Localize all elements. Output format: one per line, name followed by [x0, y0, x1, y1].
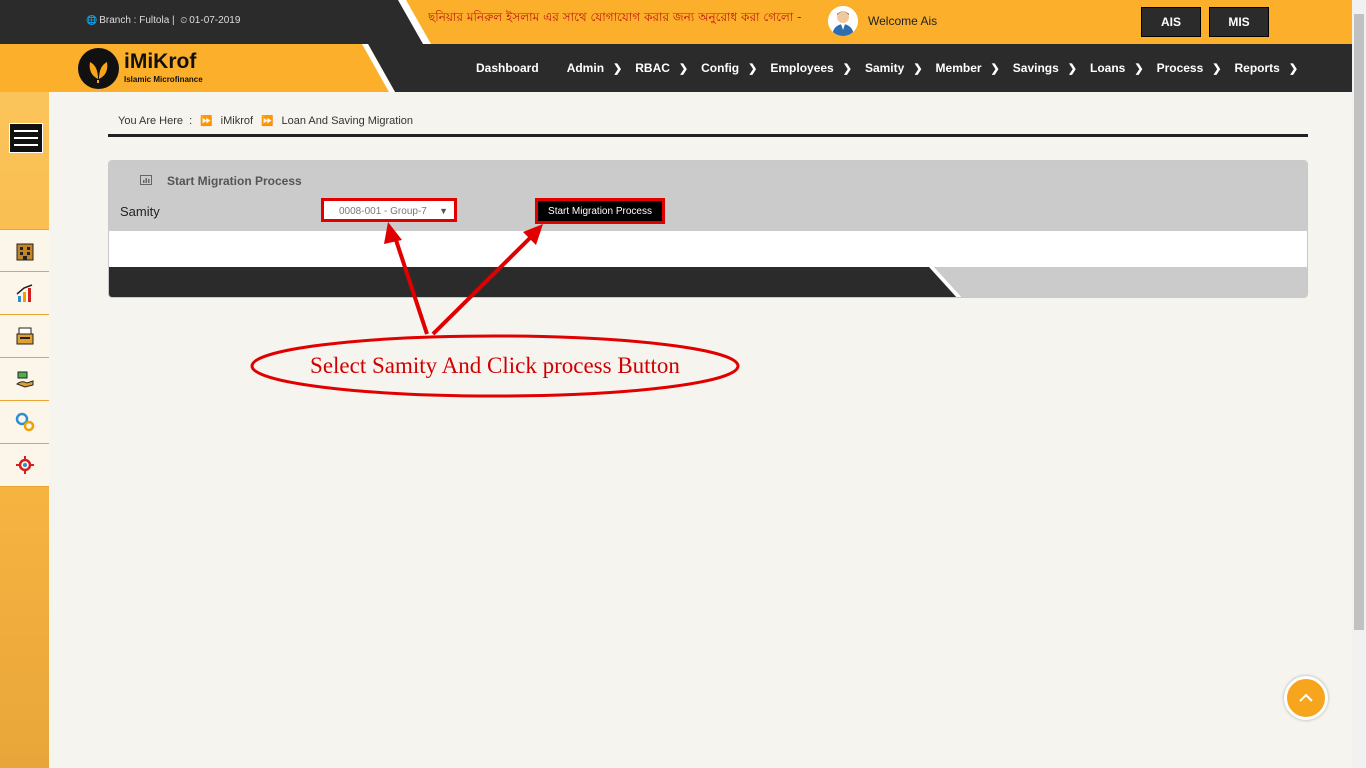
branch-info: 🌐 Branch : Fultola | ⏲ 01-07-2019 [86, 15, 240, 26]
start-migration-button[interactable]: Start Migration Process [535, 198, 665, 224]
gears-icon[interactable] [0, 401, 49, 444]
sidebar-icon-list [0, 229, 49, 487]
bar-chart-icon [140, 175, 152, 185]
chevron-right-icon: ❯ [1067, 62, 1078, 75]
chevron-right-icon: ❯ [748, 62, 758, 75]
chevron-right-icon: ❯ [1134, 62, 1144, 75]
nav-loans[interactable]: Loans ❯ [1090, 61, 1144, 75]
globe-icon: 🌐 [86, 15, 98, 25]
samity-selected-value: 0008-001 - Group-7 [339, 206, 427, 217]
chevron-right-icon: ❯ [913, 62, 923, 75]
nav-label: Process [1156, 61, 1204, 75]
double-chevron-icon: ⏩ [200, 115, 213, 127]
logo-area [0, 44, 395, 92]
breadcrumb: You Are Here : ⏩ iMikrof ⏩ Loan And Savi… [118, 115, 413, 127]
nav-label: Loans [1090, 61, 1126, 75]
growth-chart-icon[interactable] [0, 272, 49, 315]
nav-label: Member [935, 61, 982, 75]
panel-footer-dark [109, 267, 960, 297]
nav-reports[interactable]: Reports ❯ [1235, 61, 1299, 75]
logo-name[interactable]: iMiKrof [124, 50, 196, 74]
nav-savings[interactable]: Savings ❯ [1013, 61, 1077, 75]
nav-label: Employees [770, 61, 834, 75]
settings-icon[interactable] [0, 444, 49, 487]
nav-member[interactable]: Member ❯ [936, 61, 1000, 75]
money-hand-icon[interactable] [0, 358, 49, 401]
chevron-right-icon: ❯ [678, 62, 689, 75]
building-icon[interactable] [0, 229, 49, 272]
nav-label: Dashboard [476, 61, 539, 75]
logo-subtitle: Islamic Microfinance [124, 75, 203, 84]
nav-label: Admin [566, 61, 605, 75]
ais-button[interactable]: AIS [1141, 7, 1201, 37]
breadcrumb-home-link[interactable]: iMikrof [221, 115, 253, 127]
nav-label: Savings [1012, 61, 1059, 75]
breadcrumb-prefix: You Are Here [118, 115, 184, 127]
nav-menu: Dashboard Admin ❯ RBAC ❯ Config ❯ Employees… [476, 61, 1311, 75]
nav-dashboard[interactable]: Dashboard [476, 61, 539, 75]
user-avatar[interactable] [828, 6, 858, 36]
nav-admin[interactable]: Admin ❯ [567, 61, 623, 75]
branch-label: Branch : Fultola | [99, 15, 175, 26]
nav-label: Config [701, 61, 740, 75]
breadcrumb-colon: : [189, 115, 193, 127]
panel-title: Start Migration Process [167, 174, 302, 188]
nav-label: Samity [864, 61, 905, 75]
welcome-text: Welcome Ais [868, 14, 938, 28]
nav-label: RBAC [635, 61, 670, 75]
chevron-right-icon: ❯ [613, 62, 623, 75]
chevron-right-icon: ❯ [990, 62, 1000, 75]
annotation-text: Select Samity And Click process Button [310, 353, 680, 378]
dropdown-arrow-icon: ▼ [439, 206, 448, 216]
nav-rbac[interactable]: RBAC ❯ [635, 61, 688, 75]
hamburger-menu-icon[interactable] [9, 123, 43, 153]
nav-label: Reports [1234, 61, 1280, 75]
scrollbar-thumb[interactable] [1354, 14, 1364, 630]
nav-config[interactable]: Config ❯ [701, 61, 757, 75]
panel-header [109, 161, 1307, 231]
chevron-right-icon: ❯ [1212, 62, 1222, 75]
nav-samity[interactable]: Samity ❯ [865, 61, 923, 75]
current-date: 01-07-2019 [189, 15, 241, 26]
nav-employees[interactable]: Employees ❯ [770, 61, 852, 75]
mis-button[interactable]: MIS [1209, 7, 1269, 37]
scroll-top-button[interactable] [1284, 676, 1328, 720]
double-chevron-icon: ⏩ [261, 115, 274, 127]
logo-leaf-icon[interactable] [78, 48, 119, 89]
chevron-up-icon [1299, 693, 1313, 702]
samity-label: Samity [120, 204, 160, 219]
samity-select[interactable]: 0008-001 - Group-7 ▼ [321, 198, 457, 222]
chevron-right-icon: ❯ [1288, 62, 1299, 75]
breadcrumb-current: Loan And Saving Migration [281, 115, 413, 127]
breadcrumb-divider [108, 134, 1308, 137]
notice-marquee: ছনিয়ার মনিরুল ইসলাম এর সাথে যোগাযোগ করা… [428, 10, 804, 24]
migration-panel: Start Migration Process Samity 0008-001 … [108, 160, 1308, 298]
cash-register-icon[interactable] [0, 315, 49, 358]
clock-icon: ⏲ [180, 15, 188, 25]
chevron-right-icon: ❯ [842, 62, 852, 75]
nav-process[interactable]: Process ❯ [1157, 61, 1222, 75]
